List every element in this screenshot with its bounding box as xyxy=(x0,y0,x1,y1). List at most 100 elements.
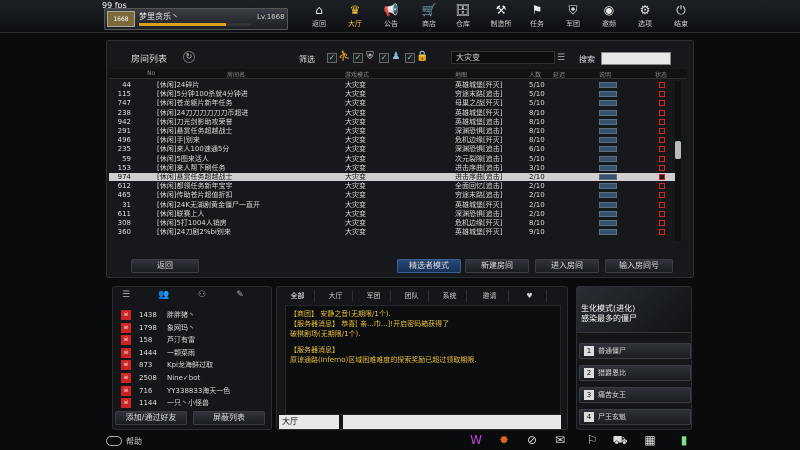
chat-channel-select[interactable]: 大厅 xyxy=(279,415,339,429)
enter-room-button[interactable]: 进入房间 xyxy=(535,259,599,273)
table-row[interactable]: 291 [休闲]悬赏任务超越战士 大灾变 深渊恐惧[追击] 8/10 xyxy=(109,127,677,135)
chat-tab-4[interactable]: 系统 xyxy=(433,290,467,302)
table-row[interactable]: 974 [休闲]悬赏任务超越战士 大灾变 进击序曲[追击] 2/10 xyxy=(109,173,677,181)
refresh-icon[interactable]: ↻ xyxy=(183,51,195,63)
top-bar: 99 fps 1668 梦里贪乐丶 Lv.1668 ⌂ 返回 ♛ 大厅 📢 公告 🛒 商店 🗄 仓… xyxy=(0,0,800,33)
friend-item[interactable]: ☠ 873 Kpi龙海鲜过取 xyxy=(121,359,269,371)
filter-checkbox-1[interactable]: ✓ xyxy=(327,53,337,63)
table-row[interactable]: 44 [休闲]24碎片 大灾变 英雄城堡[歼灭] 5/10 xyxy=(109,81,677,89)
zombie-type-button[interactable]: 2 猎爵恩比 xyxy=(579,365,691,381)
enter-room-number-button[interactable]: 输入房间号 xyxy=(605,259,673,273)
cell-name: [休闲]5分钟100杀就4分钟进 xyxy=(157,90,248,99)
zombie-type-button[interactable]: 4 尸王玄魁 xyxy=(579,409,691,425)
chat-tab-0[interactable]: 全部 xyxy=(281,290,315,302)
table-row[interactable]: 31 [休闲]24K无湖剧黄金僵尸一直开 大灾变 英雄城堡[歼灭] 2/10 xyxy=(109,201,677,209)
table-row[interactable]: 611 [休闲]联赛上人 大灾变 深渊恐惧[追击] 2/10 xyxy=(109,210,677,218)
nav-craft[interactable]: ⚒ 制造所 xyxy=(486,2,516,31)
nav-shop[interactable]: 🛒 商店 xyxy=(414,2,444,31)
cell-mode: 大灾变 xyxy=(345,191,366,200)
nav-settings[interactable]: ⚙ 选项 xyxy=(630,2,660,31)
cell-count: 8/10 xyxy=(529,127,545,135)
friend-item[interactable]: ☠ 158 芦汀有雷 xyxy=(121,334,269,346)
group-icon[interactable]: ⚇ xyxy=(191,289,213,301)
scroll-thumb[interactable] xyxy=(675,141,681,159)
table-row[interactable]: 747 [休闲]苍龙躯片新年任务 大灾变 母巢之战[歼灭] 5/10 xyxy=(109,99,677,107)
chat-tab-2[interactable]: 军团 xyxy=(357,290,391,302)
friend-item[interactable]: ☠ 716 YY338833海天一色 xyxy=(121,385,269,397)
col-ping: 延迟 xyxy=(553,72,566,79)
table-row[interactable]: 308 [休闲]5打1004人销房 大灾变 危机边缘[歼灭] 8/10 xyxy=(109,219,677,227)
battery-icon[interactable]: ▮ xyxy=(676,432,692,448)
nav-lobby[interactable]: ♛ 大厅 xyxy=(340,2,370,31)
friend-item[interactable]: ☠ 1144 一只丶小怪兽 xyxy=(121,397,269,409)
create-room-button[interactable]: 新建房间 xyxy=(465,259,529,273)
weapon-icon[interactable]: W xyxy=(468,432,484,448)
cell-mode: 大灾变 xyxy=(345,117,366,126)
flag-icon[interactable]: ⚐ xyxy=(584,432,600,448)
cart-icon[interactable]: ⛟ xyxy=(612,432,628,448)
chat-tab-3[interactable]: 团队 xyxy=(395,290,429,302)
nav-megaphone[interactable]: 📢 公告 xyxy=(376,2,406,31)
edit-icon[interactable]: ✎ xyxy=(229,289,251,301)
filter-checkbox-4[interactable]: ✓ xyxy=(405,53,415,63)
cell-map: 危机边缘[歼灭] xyxy=(455,219,503,227)
nav-home[interactable]: ⌂ 返回 xyxy=(304,2,334,31)
table-row[interactable]: 496 [休闲]手|别来 大灾变 危机边缘[歼灭] 8/10 xyxy=(109,136,677,144)
player-name: 梦里贪乐丶 xyxy=(139,12,179,21)
friends-icon[interactable]: 👥 xyxy=(153,289,175,301)
friend-item[interactable]: ☠ 1798 象网玛丶 xyxy=(121,322,269,334)
zombie-type-button[interactable]: 3 痛苦女王 xyxy=(579,387,691,403)
calendar-icon[interactable]: ▦ xyxy=(642,432,658,448)
nav-clan[interactable]: ⛨ 军团 xyxy=(558,2,588,31)
table-row[interactable]: 360 [休闲]24刀剧2%bi别来 大灾变 英雄城堡[歼灭] 9/10 xyxy=(109,228,677,236)
gift-icon[interactable]: ✉ xyxy=(552,432,568,448)
friend-item[interactable]: ☠ 2508 Nine✓bot xyxy=(121,372,269,384)
chat-input[interactable] xyxy=(343,415,561,429)
toggle-icon[interactable] xyxy=(106,436,122,446)
table-row[interactable]: 465 [休闲]传助苍片超值折扣 大灾变 穷途末路[追击] 2/10 xyxy=(109,191,677,199)
chat-tab-6[interactable]: ♥ xyxy=(513,290,547,302)
table-row[interactable]: 59 [休闲]5图来活人 大灾变 次元裂隙[追击] 5/10 xyxy=(109,155,677,163)
nav-invite[interactable]: ◉ 邀频 xyxy=(594,2,624,31)
nav-warehouse[interactable]: 🗄 仓库 xyxy=(448,2,478,31)
table-row[interactable]: 612 [休闲]都领任务新年宝宇 大灾变 全面回忆[追击] 2/10 xyxy=(109,182,677,190)
mode-filter-select[interactable]: 大灾变 xyxy=(451,51,555,64)
table-row[interactable]: 115 [休闲]5分钟100杀就4分钟进 大灾变 穷途末路[追击] 5/10 xyxy=(109,90,677,98)
back-button[interactable]: 返回 xyxy=(131,259,199,273)
table-row[interactable]: 942 [休闲]刀光剑影助攻荣誉 大灾变 英雄城堡[追击] 8/10 xyxy=(109,118,677,126)
table-row[interactable]: 238 [休闲]24刀刀刀刀刀刀币超进 大灾变 英雄城堡[歼灭] 8/10 xyxy=(109,109,677,117)
settings-icon: ⚙ xyxy=(639,3,651,17)
friend-item[interactable]: ☠ 1444 一颗菜雨 xyxy=(121,347,269,359)
cell-name: [休闲]24刀剧2%bi别来 xyxy=(157,228,231,237)
cell-mode: 大灾变 xyxy=(345,173,366,181)
cell-count: 8/10 xyxy=(529,108,545,117)
nav-mission[interactable]: ⚑ 任务 xyxy=(522,2,552,31)
compass-icon[interactable]: ⊘ xyxy=(524,432,540,448)
nav-power[interactable]: ⏻ 结束 xyxy=(666,2,696,31)
room-scrollbar[interactable] xyxy=(675,81,681,241)
fire-icon[interactable]: ✹ xyxy=(496,432,512,448)
friend-item[interactable]: ☠ 1438 胖胖猪丶 xyxy=(121,309,269,321)
cell-no: 496 xyxy=(117,136,131,145)
password-badge xyxy=(599,91,617,98)
password-badge xyxy=(599,155,617,162)
chat-tab-1[interactable]: 大厅 xyxy=(319,290,353,302)
observer-mode-button[interactable]: 精选者模式 xyxy=(397,259,461,273)
chat-tab-5[interactable]: 邀请 xyxy=(471,290,509,302)
cell-count: 8/10 xyxy=(529,136,545,145)
add-friend-button[interactable]: 添加/通过好友 xyxy=(115,411,187,425)
zombie-type-button[interactable]: 1 普通僵尸 xyxy=(579,343,691,359)
cell-mode: 大灾变 xyxy=(345,145,366,154)
help-label[interactable]: 帮助 xyxy=(126,436,142,447)
player-profile[interactable]: 1668 梦里贪乐丶 Lv.1668 xyxy=(104,8,288,30)
menu-icon[interactable]: ☰ xyxy=(557,52,569,64)
filter-checkbox-2[interactable]: ✓ xyxy=(353,53,363,63)
table-row[interactable]: 153 [休闲]来人帮下刷任务 大灾变 进击序曲[追击] 3/10 xyxy=(109,164,677,172)
search-input[interactable] xyxy=(601,52,671,65)
table-row[interactable]: 235 [休闲]来人100速通5分 大灾变 深渊恐惧[追击] 6/10 xyxy=(109,145,677,153)
password-badge xyxy=(599,192,617,199)
cell-name: [休闲]悬赏任务超越战士 xyxy=(157,127,233,135)
block-list-button[interactable]: 屏蔽列表 xyxy=(193,411,265,425)
filter-checkbox-3[interactable]: ✓ xyxy=(379,53,389,63)
list-icon[interactable]: ☰ xyxy=(115,289,137,301)
